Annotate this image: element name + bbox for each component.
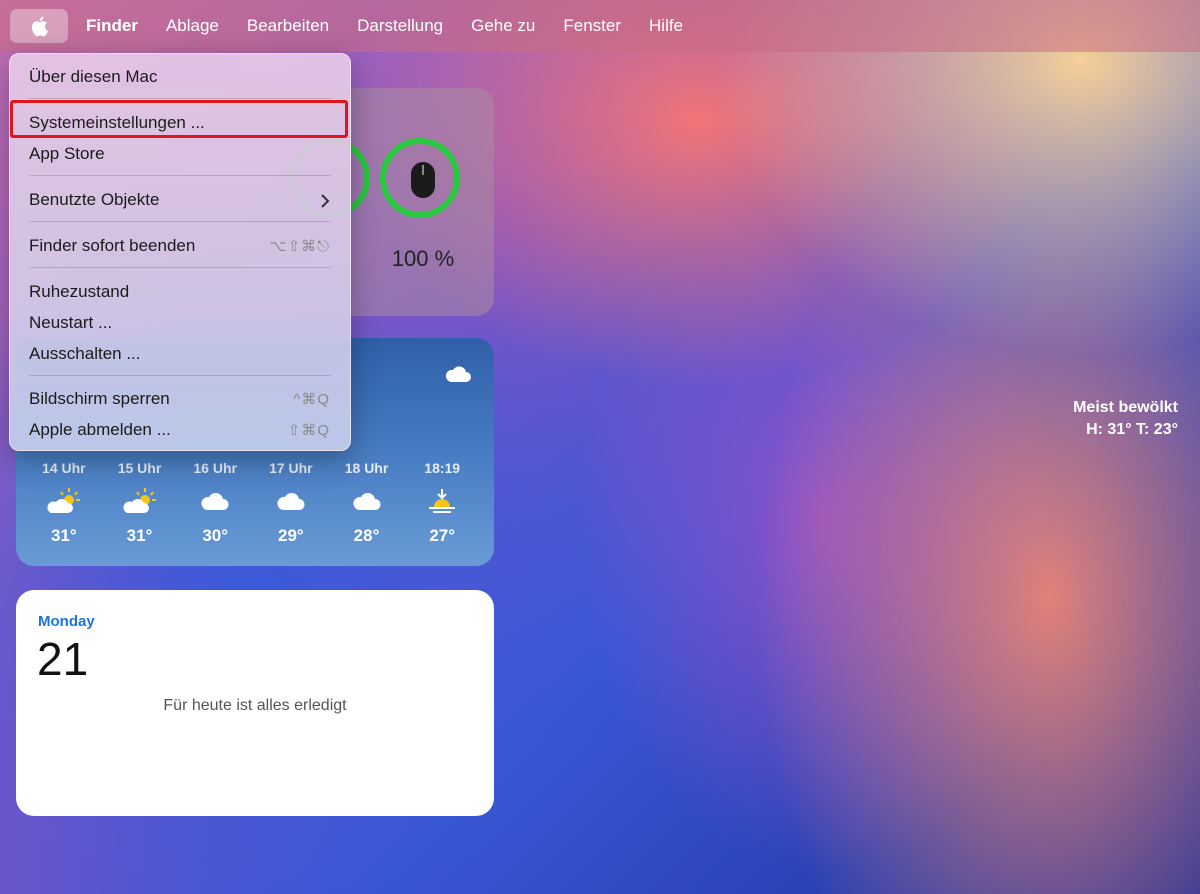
forecast-temp: 31° (126, 526, 153, 545)
menu-bar: Finder Ablage Bearbeiten Darstellung Geh… (0, 0, 1200, 52)
forecast-hour: 18:19 27° (404, 460, 480, 546)
weather-high-low: H: 31° T: 23° (1086, 421, 1178, 438)
forecast-hour: 18 Uhr 28° (329, 460, 405, 546)
menu-separator (29, 267, 331, 268)
forecast-time: 18 Uhr (344, 460, 389, 476)
cloud-icon (253, 482, 329, 520)
forecast-time: 14 Uhr (42, 460, 86, 476)
forecast-temp: 31° (50, 526, 77, 545)
forecast-hour: 15 Uhr 31° (102, 460, 178, 546)
menu-finder[interactable]: Finder (86, 16, 138, 36)
menu-item-force-quit[interactable]: Finder sofort beenden (29, 236, 195, 256)
menu-fenster[interactable]: Fenster (563, 16, 621, 36)
force-quit-shortcut: ⌥⇧⌘⎋ (269, 238, 330, 255)
logout-shortcut: ⇧⌘Q (287, 422, 330, 439)
mouse-icon (411, 162, 435, 198)
menu-separator (29, 221, 331, 222)
cloud-icon (329, 482, 405, 520)
calendar-day-number: 21 (37, 633, 89, 685)
menu-hilfe[interactable]: Hilfe (649, 16, 683, 36)
sunset-icon (404, 482, 480, 520)
battery-percent: 100 % (391, 246, 455, 271)
partly-sunny-icon (102, 482, 178, 520)
forecast-temp: 30° (202, 526, 229, 545)
chevron-right-icon (321, 194, 330, 208)
menu-separator (29, 98, 331, 99)
forecast-time: 15 Uhr (117, 460, 162, 476)
partly-sunny-icon (26, 482, 102, 520)
menu-separator (29, 375, 331, 376)
forecast-time: 17 Uhr (269, 460, 313, 476)
menu-item-logout[interactable]: Apple abmelden ... (29, 420, 171, 440)
menu-gehe-zu[interactable]: Gehe zu (471, 16, 535, 36)
menu-darstellung[interactable]: Darstellung (357, 16, 443, 36)
weather-condition: Meist bewölkt (1073, 399, 1178, 416)
forecast-hour: 14 Uhr 31° (26, 460, 102, 546)
menu-item-sleep[interactable]: Ruhezustand (29, 282, 129, 302)
apple-logo-icon (31, 16, 48, 37)
menu-ablage[interactable]: Ablage (166, 16, 219, 36)
forecast-hour: 17 Uhr 29° (253, 460, 329, 546)
cloud-icon (445, 366, 471, 382)
menu-separator (29, 175, 331, 176)
menu-item-shutdown[interactable]: Ausschalten ... (29, 344, 141, 364)
highlight-box (10, 100, 348, 138)
forecast-hour: 16 Uhr 30° (177, 460, 253, 546)
calendar-weekday: Monday (38, 613, 95, 630)
menu-item-restart[interactable]: Neustart ... (29, 313, 112, 333)
lock-screen-shortcut: ^⌘Q (293, 391, 330, 408)
forecast-time: 18:19 (424, 460, 461, 476)
forecast-temp: 29° (277, 526, 304, 545)
menu-item-recent[interactable]: Benutzte Objekte (29, 190, 159, 210)
menu-bearbeiten[interactable]: Bearbeiten (247, 16, 329, 36)
forecast-time: 16 Uhr (193, 460, 237, 476)
forecast-temp: 28° (353, 526, 380, 545)
menu-item-app-store[interactable]: App Store (29, 144, 105, 164)
menu-item-lock-screen[interactable]: Bildschirm sperren (29, 389, 170, 409)
apple-menu-button[interactable] (10, 9, 68, 43)
cloud-icon (177, 482, 253, 520)
forecast-temp: 27° (429, 526, 456, 545)
calendar-empty-message: Für heute ist alles erledigt (163, 697, 347, 714)
hourly-forecast: 14 Uhr 31° 15 Uhr 31° 16 Uhr 30° 17 Uhr (26, 460, 480, 546)
menu-item-about[interactable]: Über diesen Mac (29, 67, 158, 87)
